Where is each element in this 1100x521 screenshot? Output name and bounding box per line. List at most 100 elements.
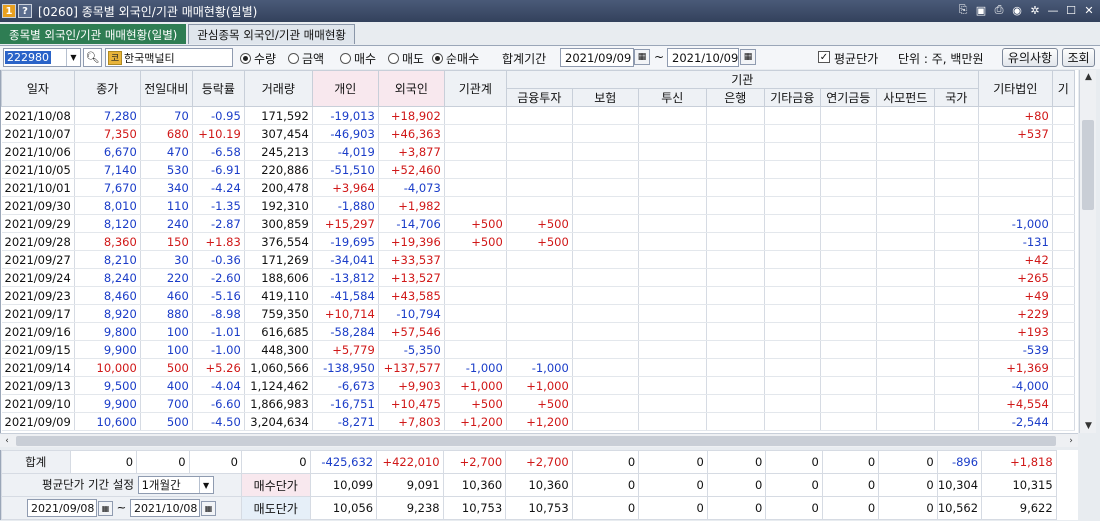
chevron-down-icon[interactable]: ▼ bbox=[66, 49, 80, 66]
search-icon[interactable]: 🔍︎ bbox=[83, 48, 102, 67]
table-row[interactable]: 2021/09/30 8,010 110 -1.35 192,310 -1,880 +1,9… bbox=[1, 196, 1075, 215]
col-group-inst: 기관 bbox=[505, 70, 979, 89]
cell-private bbox=[876, 250, 935, 269]
calendar-icon[interactable]: ▦ bbox=[98, 500, 114, 516]
calendar-icon[interactable]: ▦ bbox=[740, 49, 756, 65]
scroll-thumb-horizontal[interactable] bbox=[16, 436, 1056, 446]
col-date[interactable]: 일자 bbox=[1, 70, 75, 107]
minimize-icon[interactable]: — bbox=[1046, 3, 1060, 17]
table-row[interactable]: 2021/10/08 7,280 70 -0.95 171,592 -19,013 +18,… bbox=[1, 106, 1075, 125]
avg-period-setting: 평균단가 기간 설정 1개월간 ▼ bbox=[1, 473, 242, 497]
scroll-left-icon[interactable]: ‹ bbox=[0, 434, 14, 448]
table-row[interactable]: 2021/10/07 7,350 680 +10.19 307,454 -46,903 +4… bbox=[1, 124, 1075, 143]
col-private[interactable]: 사모펀드 bbox=[875, 88, 935, 107]
avg-date-from-input[interactable]: 2021/09/08 bbox=[27, 499, 98, 517]
maximize-icon[interactable]: ☐ bbox=[1064, 3, 1078, 17]
calendar-icon[interactable]: ▦ bbox=[634, 49, 650, 65]
notice-button[interactable]: 유의사항 bbox=[1002, 48, 1058, 67]
col-nation[interactable]: 국가 bbox=[933, 88, 979, 107]
stock-code-input[interactable]: 222980 ▼ bbox=[3, 48, 81, 67]
tab-watchlist[interactable]: 관심종목 외국인/기관 매매현황 bbox=[188, 24, 356, 44]
chevron-down-icon[interactable]: ▼ bbox=[198, 477, 213, 493]
cell-date: 2021/09/23 bbox=[1, 286, 75, 305]
calendar-icon[interactable]: ▦ bbox=[200, 500, 216, 516]
help-badge[interactable]: ? bbox=[18, 4, 32, 18]
gear-icon[interactable]: ✲ bbox=[1028, 3, 1042, 17]
table-row[interactable]: 2021/09/14 10,000 500 +5.26 1,060,566 -138,95… bbox=[1, 358, 1075, 377]
radio-sell[interactable]: 매도 bbox=[388, 50, 424, 67]
col-volume[interactable]: 거래량 bbox=[243, 70, 313, 107]
cell-nation bbox=[934, 124, 979, 143]
cell-foreign: -14,706 bbox=[378, 214, 445, 233]
scroll-down-icon[interactable]: ▼ bbox=[1080, 419, 1097, 433]
col-insurance[interactable]: 보험 bbox=[571, 88, 639, 107]
col-inst-total[interactable]: 기관계 bbox=[443, 70, 507, 107]
col-other-corp[interactable]: 기타법인 bbox=[977, 70, 1053, 107]
table-row[interactable]: 2021/09/29 8,120 240 -2.87 300,859 +15,297 -14… bbox=[1, 214, 1075, 233]
date-from-input[interactable]: 2021/09/09 bbox=[560, 48, 634, 67]
col-pension[interactable]: 연기금등 bbox=[819, 88, 877, 107]
table-row[interactable]: 2021/09/09 10,600 500 -4.50 3,204,634 -8,271 +… bbox=[1, 412, 1075, 431]
col-individual[interactable]: 개인 bbox=[311, 70, 379, 107]
summary-panel: 합계 0 0 0 0 -425,632 +422,010 +2,700 +2,700 0 0 0 0 0… bbox=[0, 450, 1078, 520]
cell-volume: 192,310 bbox=[244, 196, 313, 215]
col-close[interactable]: 종가 bbox=[73, 70, 141, 107]
close-icon[interactable]: ✕ bbox=[1082, 3, 1096, 17]
col-more[interactable]: 기 bbox=[1051, 70, 1075, 107]
table-row[interactable]: 2021/09/10 9,900 700 -6.60 1,866,983 -16,751 +… bbox=[1, 394, 1075, 413]
col-other-fin[interactable]: 기타금융 bbox=[763, 88, 821, 107]
col-finance[interactable]: 금융투자 bbox=[505, 88, 573, 107]
sell-price-cell: 10,753 bbox=[442, 496, 507, 520]
tilde: ~ bbox=[116, 500, 127, 515]
cell-pension bbox=[820, 268, 877, 287]
cell-more bbox=[1052, 196, 1075, 215]
window-number-badge[interactable]: 1 bbox=[2, 4, 16, 18]
radio-net-buy[interactable]: 순매수 bbox=[432, 50, 479, 67]
avg-date-to-input[interactable]: 2021/10/08 bbox=[129, 499, 200, 517]
table-row[interactable]: 2021/09/17 8,920 880 -8.98 759,350 +10,714 -10… bbox=[1, 304, 1075, 323]
col-foreign[interactable]: 외국인 bbox=[377, 70, 445, 107]
col-trust[interactable]: 투신 bbox=[637, 88, 707, 107]
cell-volume: 171,592 bbox=[244, 106, 313, 125]
cell-pension bbox=[820, 394, 877, 413]
cell-individual: -41,584 bbox=[312, 286, 379, 305]
table-row[interactable]: 2021/09/27 8,210 30 -0.36 171,269 -34,041 +33,… bbox=[1, 250, 1075, 269]
table-row[interactable]: 2021/09/28 8,360 150 +1.83 376,554 -19,695 +19… bbox=[1, 232, 1075, 251]
tab-stock-daily[interactable]: 종목별 외국인/기관 매매현황(일별) bbox=[0, 24, 187, 44]
col-rate[interactable]: 등락률 bbox=[191, 70, 245, 107]
table-row[interactable]: 2021/09/24 8,240 220 -2.60 188,606 -13,812 +13… bbox=[1, 268, 1075, 287]
query-button[interactable]: 조회 bbox=[1062, 48, 1095, 67]
radio-amount[interactable]: 금액 bbox=[288, 50, 324, 67]
radio-buy[interactable]: 매수 bbox=[340, 50, 376, 67]
avg-period-select[interactable]: 1개월간 ▼ bbox=[137, 476, 214, 494]
sell-price-cell: 10,056 bbox=[309, 496, 378, 520]
radio-quantity[interactable]: 수량 bbox=[240, 50, 276, 67]
table-row[interactable]: 2021/10/06 6,670 470 -6.58 245,213 -4,019 +3,8… bbox=[1, 142, 1075, 161]
table-row[interactable]: 2021/09/13 9,500 400 -4.04 1,124,462 -6,673 +9… bbox=[1, 376, 1075, 395]
cell-other-corp: -2,544 bbox=[978, 412, 1053, 431]
col-change[interactable]: 전일대비 bbox=[139, 70, 193, 107]
table-row[interactable]: 2021/10/01 7,670 340 -4.24 200,478 +3,964 -4,0… bbox=[1, 178, 1075, 197]
table-row[interactable]: 2021/10/05 7,140 530 -6.91 220,886 -51,510 +52… bbox=[1, 160, 1075, 179]
link-icon[interactable]: ⎘ bbox=[956, 3, 970, 17]
cell-finance bbox=[506, 160, 573, 179]
save-icon[interactable]: ▣ bbox=[974, 3, 988, 17]
horizontal-scrollbar[interactable]: ‹ › bbox=[0, 433, 1078, 447]
scroll-right-icon[interactable]: › bbox=[1064, 434, 1078, 448]
col-bank[interactable]: 은행 bbox=[705, 88, 765, 107]
table-row[interactable]: 2021/09/23 8,460 460 -5.16 419,110 -41,584 +43… bbox=[1, 286, 1075, 305]
scroll-up-icon[interactable]: ▲ bbox=[1080, 70, 1097, 84]
date-to-input[interactable]: 2021/10/09 bbox=[667, 48, 739, 67]
print-icon[interactable]: ⎙ bbox=[992, 3, 1006, 17]
cell-inst-total: +500 bbox=[444, 394, 507, 413]
table-row[interactable]: 2021/09/16 9,800 100 -1.01 616,685 -58,284 +57… bbox=[1, 322, 1075, 341]
cell-other-corp: -1,000 bbox=[978, 214, 1053, 233]
table-row[interactable]: 2021/09/15 9,900 100 -1.00 448,300 +5,779 -5,3… bbox=[1, 340, 1075, 359]
total-cell: 0 bbox=[821, 450, 880, 474]
avg-price-checkbox[interactable]: ✓ bbox=[818, 51, 830, 63]
camera-icon[interactable]: ◉ bbox=[1010, 3, 1024, 17]
vertical-scrollbar[interactable]: ▲ ▼ bbox=[1079, 70, 1096, 433]
scroll-thumb[interactable] bbox=[1082, 120, 1094, 210]
unit-label: 단위 : 주, 백만원 bbox=[898, 52, 984, 66]
cell-bank bbox=[706, 358, 765, 377]
